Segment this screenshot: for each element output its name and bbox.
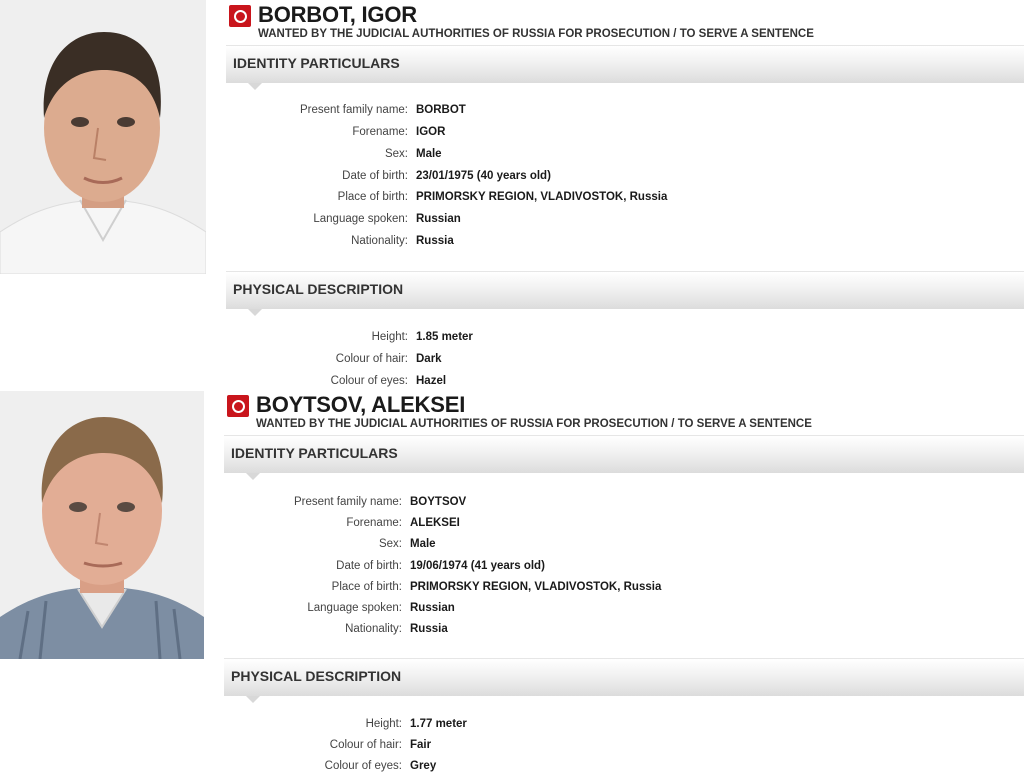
identity-row: Forename: IGOR [226, 126, 1024, 144]
field-label: Sex: [378, 538, 402, 550]
field-value: Male [410, 538, 436, 550]
field-label: Nationality: [351, 235, 408, 247]
field-label: Colour of hair: [335, 353, 408, 365]
field-label: Forename: [352, 126, 408, 138]
field-value: BOYTSOV [410, 496, 467, 508]
field-value: Russian [410, 602, 455, 614]
field-label: Colour of eyes: [324, 760, 402, 772]
field-value: IGOR [416, 126, 446, 138]
field-label: Nationality: [345, 623, 402, 635]
field-label: Place of birth: [337, 191, 408, 203]
field-value: 19/06/1974 (41 years old) [410, 560, 545, 572]
field-value: Hazel [416, 375, 447, 387]
identity-row: Place of birth: PRIMORSKY REGION, VLADIVO… [224, 581, 1022, 599]
physical-row: Height: 1.77 meter [224, 718, 1022, 736]
identity-row: Date of birth: 19/06/1974 (41 years old) [224, 560, 1022, 578]
field-value: Dark [416, 353, 442, 365]
identity-row: Forename: ALEKSEI [224, 517, 1022, 535]
section-title: IDENTITY PARTICULARS [231, 445, 398, 461]
field-label: Colour of hair: [329, 739, 402, 751]
interpol-logo-icon [229, 5, 251, 27]
suspect-photo [0, 391, 204, 659]
field-label: Height: [365, 718, 402, 730]
identity-row: Sex: Male [226, 148, 1024, 166]
physical-row: Height: 1.85 meter [226, 331, 1024, 349]
identity-row: Nationality: Russia [226, 235, 1024, 253]
identity-row: Place of birth: PRIMORSKY REGION, VLADIVO… [226, 191, 1024, 209]
field-value: Grey [410, 760, 437, 772]
field-value: 1.85 meter [416, 331, 473, 343]
section-title: PHYSICAL DESCRIPTION [233, 281, 404, 297]
physical-row: Colour of hair: Dark [226, 353, 1024, 371]
person-name: BORBOT, IGOR [258, 2, 417, 27]
section-title: IDENTITY PARTICULARS [233, 55, 400, 71]
identity-row: Present family name: BOYTSOV [224, 496, 1022, 514]
identity-row: Nationality: Russia [224, 623, 1022, 641]
wanted-subtitle: WANTED BY THE JUDICIAL AUTHORITIES OF RU… [256, 418, 812, 430]
section-title: PHYSICAL DESCRIPTION [231, 668, 402, 684]
field-label: Height: [371, 331, 408, 343]
suspect-photo [0, 0, 206, 274]
person-name: BOYTSOV, ALEKSEI [256, 392, 466, 417]
identity-row: Present family name: BORBOT [226, 104, 1024, 122]
identity-row: Language spoken: Russian [226, 213, 1024, 231]
physical-row: Colour of hair: Fair [224, 739, 1022, 757]
field-value: Russian [416, 213, 461, 225]
field-label: Date of birth: [336, 560, 402, 572]
field-label: Present family name: [293, 496, 402, 508]
identity-section-header: IDENTITY PARTICULARS [224, 435, 1024, 480]
field-label: Date of birth: [342, 170, 408, 182]
field-value: Male [416, 148, 442, 160]
field-value: 1.77 meter [410, 718, 467, 730]
field-label: Language spoken: [307, 602, 402, 614]
identity-section-header: IDENTITY PARTICULARS [226, 45, 1024, 90]
identity-row: Sex: Male [224, 538, 1022, 556]
field-label: Colour of eyes: [330, 375, 408, 387]
identity-row: Date of birth: 23/01/1975 (40 years old) [226, 170, 1024, 188]
field-label: Sex: [384, 148, 408, 160]
field-value: Russia [410, 623, 448, 635]
field-value: PRIMORSKY REGION, VLADIVOSTOK, Russia [410, 581, 662, 593]
field-value: Russia [416, 235, 454, 247]
wanted-subtitle: WANTED BY THE JUDICIAL AUTHORITIES OF RU… [258, 28, 814, 40]
field-value: Fair [410, 739, 432, 751]
field-label: Present family name: [299, 104, 408, 116]
field-label: Place of birth: [331, 581, 402, 593]
identity-row: Language spoken: Russian [224, 602, 1022, 620]
physical-section-header: PHYSICAL DESCRIPTION [226, 271, 1024, 316]
field-value: ALEKSEI [410, 517, 460, 529]
interpol-logo-icon [227, 395, 249, 417]
notice-card: BORBOT, IGOR WANTED BY THE JUDICIAL AUTH… [0, 0, 1024, 392]
field-label: Forename: [346, 517, 402, 529]
field-value: BORBOT [416, 104, 466, 116]
physical-row: Colour of eyes: Grey [224, 760, 1022, 778]
field-value: 23/01/1975 (40 years old) [416, 170, 551, 182]
field-value: PRIMORSKY REGION, VLADIVOSTOK, Russia [416, 191, 668, 203]
physical-section-header: PHYSICAL DESCRIPTION [224, 658, 1024, 703]
notice-card: BOYTSOV, ALEKSEI WANTED BY THE JUDICIAL … [0, 390, 1024, 778]
field-label: Language spoken: [313, 213, 408, 225]
